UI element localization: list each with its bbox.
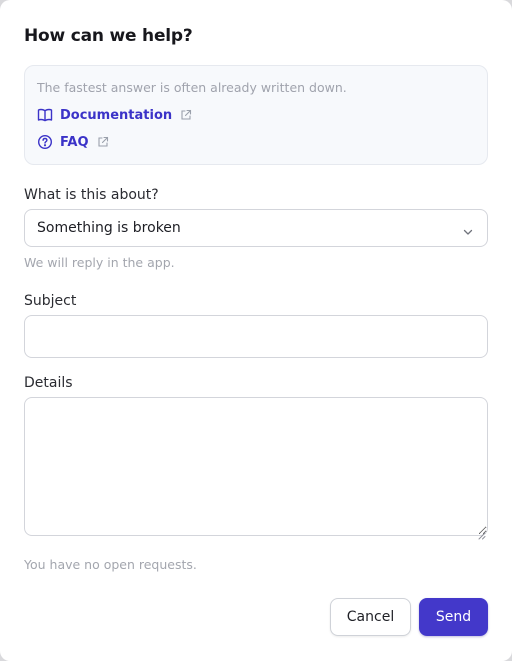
topic-hint: We will reply in the app. xyxy=(24,255,175,270)
external-link-icon xyxy=(97,136,109,148)
send-button[interactable]: Send xyxy=(419,598,488,636)
question-circle-icon xyxy=(37,134,53,150)
documentation-link[interactable]: Documentation xyxy=(37,105,192,125)
topic-select[interactable]: Something is broken xyxy=(24,209,488,247)
subject-input[interactable] xyxy=(24,315,488,358)
documentation-link-label: Documentation xyxy=(60,107,173,123)
faq-link[interactable]: FAQ xyxy=(37,132,109,152)
topic-label: What is this about? xyxy=(24,187,159,203)
help-hint-text: The fastest answer is often already writ… xyxy=(37,80,347,95)
topic-select-value: Something is broken xyxy=(37,220,181,236)
subject-label: Subject xyxy=(24,293,77,309)
details-label: Details xyxy=(24,375,73,391)
faq-link-label: FAQ xyxy=(60,134,89,150)
external-link-icon xyxy=(180,109,192,121)
dialog-title: How can we help? xyxy=(24,26,193,46)
help-resources-box: The fastest answer is often already writ… xyxy=(24,65,488,165)
resize-grip-icon[interactable] xyxy=(477,525,486,540)
cancel-button[interactable]: Cancel xyxy=(330,598,411,636)
open-requests-status: You have no open requests. xyxy=(24,557,197,572)
details-textarea[interactable] xyxy=(24,397,488,536)
help-dialog: How can we help? The fastest answer is o… xyxy=(0,0,512,661)
book-icon xyxy=(37,107,53,123)
chevron-down-icon xyxy=(462,223,474,235)
